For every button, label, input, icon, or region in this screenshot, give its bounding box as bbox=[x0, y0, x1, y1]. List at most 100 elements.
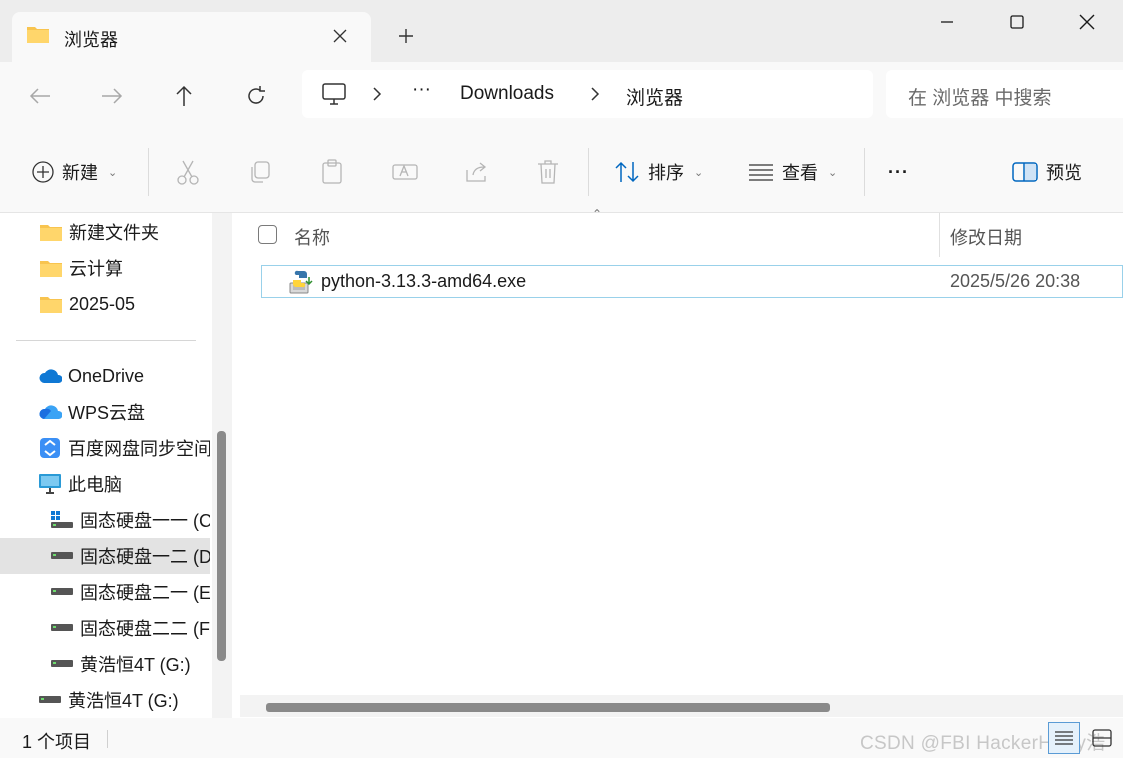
file-modified-date: 2025/5/26 20:38 bbox=[950, 271, 1081, 291]
address-bar[interactable]: ··· Downloads 浏览器 bbox=[302, 70, 873, 118]
sidebar-item-label: 固态硬盘二一 (E:) bbox=[80, 583, 210, 603]
drive-icon bbox=[50, 544, 74, 568]
system-drive-icon bbox=[50, 508, 74, 532]
sidebar-item-drive-e[interactable]: 固态硬盘二一 (E:) bbox=[0, 574, 210, 610]
sidebar-item-label: 2025-05 bbox=[69, 293, 136, 314]
sidebar-item-drive-g-root[interactable]: 黄浩恒4T (G:) bbox=[0, 682, 210, 718]
cut-button[interactable] bbox=[176, 152, 200, 192]
divider bbox=[148, 148, 149, 196]
plus-icon bbox=[399, 29, 413, 43]
more-options-button[interactable]: ··· bbox=[888, 152, 909, 192]
tiles-view-icon bbox=[1092, 729, 1112, 747]
file-row[interactable]: python-3.13.3-amd64.exe 2025/5/26 20:38 bbox=[261, 265, 1123, 298]
new-button[interactable]: 新建 ⌄ bbox=[32, 152, 117, 192]
sidebar-item-label: 云计算 bbox=[69, 259, 123, 279]
column-header-name[interactable]: 名称 bbox=[294, 224, 330, 250]
share-button[interactable] bbox=[464, 152, 490, 192]
sidebar-scrollbar-thumb[interactable] bbox=[217, 431, 226, 661]
back-button[interactable] bbox=[18, 78, 62, 114]
navigation-pane: 新建文件夹 云计算 2025-05 OneDrive WPS云盘 百度网盘同步空… bbox=[0, 213, 232, 718]
column-header-modified[interactable]: 修改日期 bbox=[950, 224, 1022, 250]
breadcrumb-downloads[interactable]: Downloads bbox=[460, 83, 554, 105]
new-tab-button[interactable] bbox=[388, 22, 424, 50]
close-icon bbox=[333, 29, 347, 43]
search-box[interactable]: 在 浏览器 中搜索 bbox=[886, 70, 1123, 118]
drive-icon bbox=[50, 616, 74, 640]
maximize-icon bbox=[1010, 15, 1024, 29]
sidebar-item-2025-05[interactable]: 2025-05 bbox=[0, 286, 210, 322]
plus-circle-icon bbox=[32, 161, 54, 183]
rename-icon bbox=[392, 164, 418, 180]
chevron-down-icon: ⌄ bbox=[108, 166, 118, 179]
column-divider[interactable] bbox=[939, 213, 940, 257]
close-icon bbox=[1079, 14, 1095, 30]
tiles-view-button[interactable] bbox=[1086, 722, 1118, 754]
breadcrumb-current[interactable]: 浏览器 bbox=[626, 83, 683, 110]
view-label: 查看 bbox=[782, 163, 818, 183]
item-count: 1 个项目 bbox=[22, 732, 92, 752]
breadcrumb-overflow[interactable]: ··· bbox=[412, 79, 431, 101]
arrow-right-icon bbox=[102, 88, 123, 104]
computer-icon bbox=[322, 83, 346, 110]
sidebar-item-drive-f[interactable]: 固态硬盘二二 (F:) bbox=[0, 610, 210, 646]
onedrive-icon bbox=[38, 364, 62, 388]
sidebar-item-drive-d[interactable]: 固态硬盘一二 (D:) bbox=[0, 538, 210, 574]
tab-active[interactable]: 浏览器 bbox=[12, 12, 371, 62]
sidebar-item-label: 固态硬盘二二 (F:) bbox=[80, 619, 210, 639]
tab-close-button[interactable] bbox=[324, 20, 356, 52]
python-installer-icon bbox=[288, 269, 314, 300]
sidebar-item-label: 此电脑 bbox=[68, 475, 122, 495]
arrow-left-icon bbox=[29, 88, 50, 104]
navigation-bar: ··· Downloads 浏览器 在 浏览器 中搜索 bbox=[0, 62, 1123, 130]
divider bbox=[588, 148, 589, 196]
chevron-right-icon[interactable] bbox=[590, 86, 600, 107]
drive-icon bbox=[50, 580, 74, 604]
details-view-button[interactable] bbox=[1048, 722, 1080, 754]
sort-indicator-icon: ⌃ bbox=[592, 207, 603, 221]
sort-button[interactable]: 排序 ⌄ bbox=[614, 152, 703, 192]
refresh-button[interactable] bbox=[234, 78, 278, 114]
horizontal-scrollbar-thumb[interactable] bbox=[266, 703, 830, 712]
status-bar: 1 个项目 CSDN @FBI HackerHarry浩 bbox=[0, 718, 1123, 758]
tab-title: 浏览器 bbox=[64, 30, 118, 50]
scissors-icon bbox=[177, 160, 199, 185]
horizontal-scrollbar[interactable] bbox=[240, 695, 1123, 717]
sidebar-item-label: 新建文件夹 bbox=[69, 223, 159, 243]
sidebar-item-label: 固态硬盘一一 (C:) bbox=[80, 511, 210, 531]
this-pc-icon bbox=[38, 472, 62, 496]
close-window-button[interactable] bbox=[1052, 0, 1122, 44]
preview-label: 预览 bbox=[1046, 163, 1082, 183]
sidebar-item-label: WPS云盘 bbox=[68, 403, 146, 423]
status-divider bbox=[107, 730, 108, 748]
command-bar: 新建 ⌄ 排序 ⌄ 查看 ⌄ ··· 预览 bbox=[0, 130, 1123, 213]
up-button[interactable] bbox=[162, 78, 206, 114]
sidebar-divider bbox=[16, 340, 196, 341]
preview-button[interactable]: 预览 bbox=[1012, 152, 1082, 192]
sidebar-item-baidu-netdisk[interactable]: 百度网盘同步空间 bbox=[0, 430, 210, 466]
sidebar-item-cloud-computing[interactable]: 云计算 bbox=[0, 250, 210, 286]
share-icon bbox=[466, 162, 487, 182]
sidebar-item-drive-c[interactable]: 固态硬盘一一 (C:) bbox=[0, 502, 210, 538]
sidebar-item-onedrive[interactable]: OneDrive bbox=[0, 358, 210, 394]
copy-button[interactable] bbox=[248, 152, 272, 192]
sidebar-item-label: 固态硬盘一二 (D:) bbox=[80, 547, 210, 567]
file-name: python-3.13.3-amd64.exe bbox=[321, 271, 527, 291]
sort-label: 排序 bbox=[648, 163, 684, 183]
rename-button[interactable] bbox=[392, 152, 418, 192]
forward-button[interactable] bbox=[90, 78, 134, 114]
maximize-button[interactable] bbox=[982, 0, 1052, 44]
sidebar-item-label: 百度网盘同步空间 bbox=[68, 439, 210, 459]
drive-icon bbox=[50, 652, 74, 676]
view-button[interactable]: 查看 ⌄ bbox=[748, 152, 837, 192]
sidebar-item-new-folder[interactable]: 新建文件夹 bbox=[0, 214, 210, 250]
arrow-up-icon bbox=[176, 85, 192, 106]
sidebar-item-drive-g[interactable]: 黄浩恒4T (G:) bbox=[0, 646, 210, 682]
sidebar-item-wps-cloud[interactable]: WPS云盘 bbox=[0, 394, 210, 430]
select-all-checkbox[interactable] bbox=[258, 225, 277, 244]
chevron-right-icon[interactable] bbox=[372, 86, 382, 107]
paste-button[interactable] bbox=[320, 152, 344, 192]
sidebar-item-this-pc[interactable]: 此电脑 bbox=[0, 466, 210, 502]
search-placeholder: 在 浏览器 中搜索 bbox=[908, 88, 1052, 109]
minimize-button[interactable] bbox=[912, 0, 982, 44]
delete-button[interactable] bbox=[536, 152, 560, 192]
